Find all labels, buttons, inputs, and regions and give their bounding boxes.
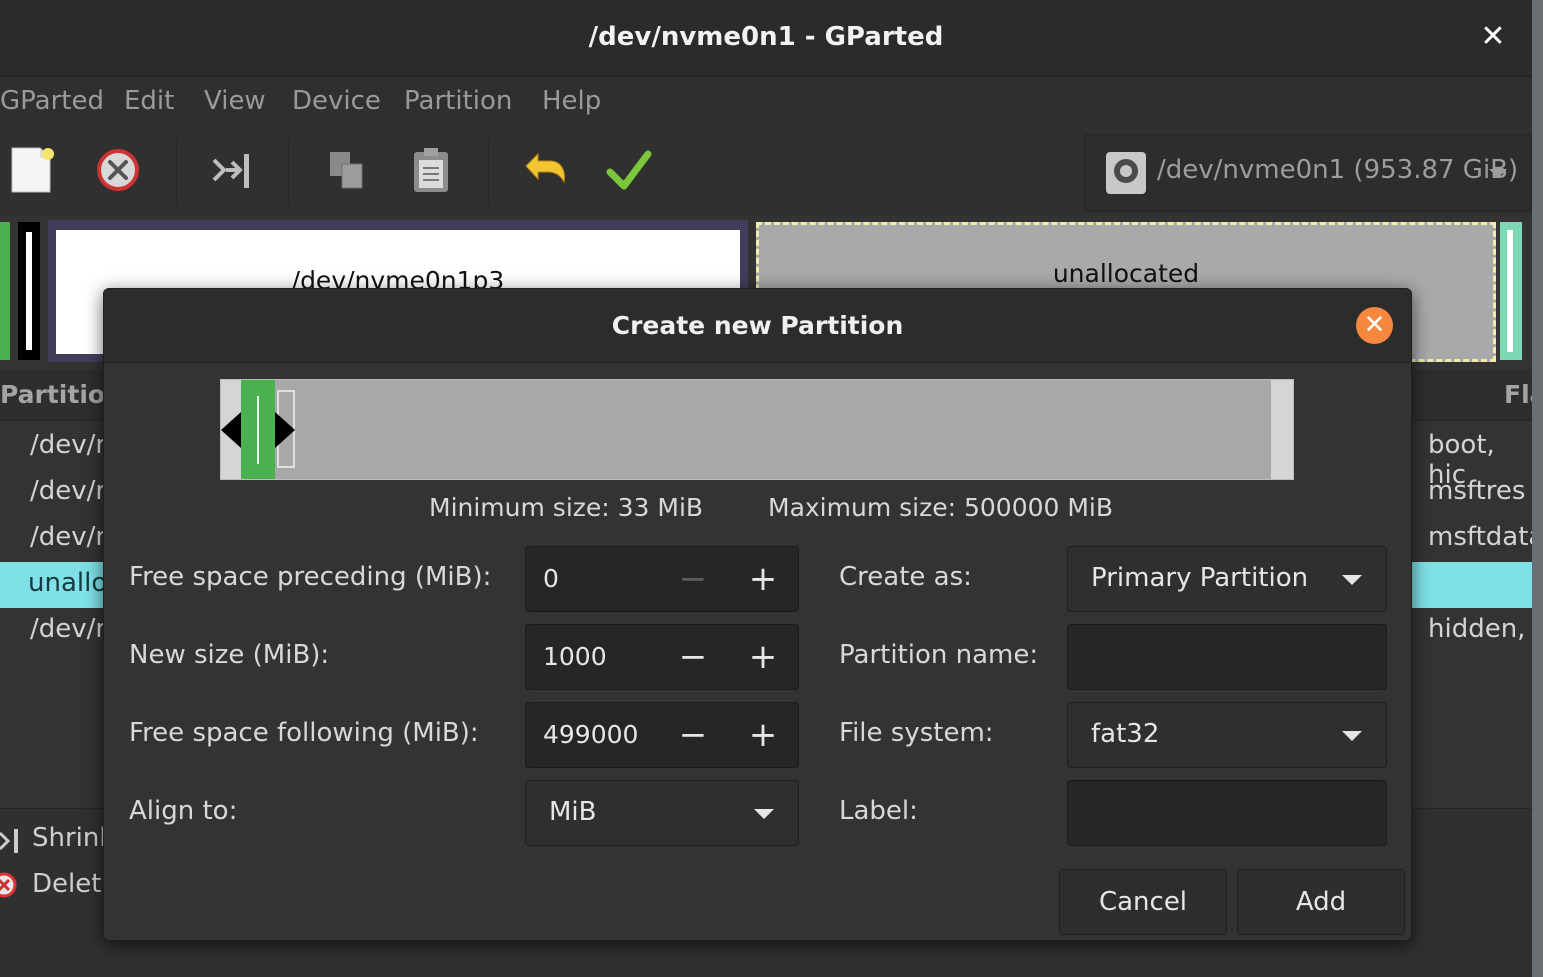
apply-button[interactable]: [604, 146, 654, 196]
dialog-title: Create new Partition: [611, 311, 904, 340]
new-size-decrement-button[interactable]: −: [671, 635, 715, 679]
chevron-down-icon: [1342, 575, 1362, 585]
cell-partition: /dev/r: [30, 430, 107, 460]
following-spin[interactable]: 499000 − +: [525, 702, 799, 768]
maximum-size-label: Maximum size: 500000 MiB: [768, 493, 1114, 522]
partition-block-small[interactable]: [18, 222, 40, 360]
resize-move-icon: [0, 829, 18, 853]
menu-device[interactable]: Device: [292, 86, 381, 116]
create-partition-dialog: Create new Partition ✕ Minimum size: 33 …: [103, 288, 1412, 941]
preceding-spin[interactable]: 0 − +: [525, 546, 799, 612]
menu-bar: GParted Edit View Device Partition Help: [0, 77, 1532, 127]
preceding-increment-button[interactable]: +: [741, 557, 785, 601]
new-size-increment-button[interactable]: +: [741, 635, 785, 679]
disk-icon: [1106, 152, 1146, 194]
cancel-button[interactable]: Cancel: [1059, 869, 1227, 935]
file-system-select[interactable]: fat32: [1067, 702, 1387, 768]
title-bar: /dev/nvme0n1 - GParted ✕: [0, 0, 1532, 77]
new-size-value[interactable]: 1000: [543, 642, 607, 671]
toolbar: /dev/nvme0n1 (953.87 GiB): [0, 128, 1532, 216]
device-label: /dev/nvme0n1 (953.87 GiB): [1157, 155, 1519, 185]
preceding-value[interactable]: 0: [543, 564, 559, 593]
cell-partition: /dev/r: [30, 476, 107, 506]
chevron-down-icon: [1342, 731, 1362, 741]
new-icon: [11, 147, 54, 193]
preceding-decrement-button[interactable]: −: [671, 557, 715, 601]
cell-partition: /dev/r: [30, 522, 107, 552]
partition-block-small[interactable]: [0, 222, 10, 360]
file-system-label: File system:: [839, 718, 994, 748]
unallocated-block-label: unallocated: [1052, 259, 1200, 288]
window-title: /dev/nvme0n1 - GParted: [588, 22, 944, 52]
align-label: Align to:: [129, 796, 238, 826]
following-value[interactable]: 499000: [543, 720, 638, 749]
cell-partition: /dev/r: [30, 614, 107, 644]
chevron-down-icon: [1489, 169, 1507, 178]
resize-move-icon: [212, 154, 249, 188]
new-size-spin[interactable]: 1000 − +: [525, 624, 799, 690]
delete-icon: [97, 149, 139, 191]
file-system-value: fat32: [1091, 719, 1160, 749]
window-close-button[interactable]: ✕: [1476, 20, 1510, 54]
align-value: MiB: [549, 797, 597, 827]
copy-icon: [330, 152, 363, 189]
undo-button[interactable]: [520, 146, 570, 196]
paste-icon: [414, 148, 448, 192]
following-decrement-button[interactable]: −: [671, 713, 715, 757]
create-as-value: Primary Partition: [1091, 563, 1309, 593]
create-as-select[interactable]: Primary Partition: [1067, 546, 1387, 612]
left-handle-arrow-icon[interactable]: [221, 412, 241, 448]
dialog-close-button[interactable]: ✕: [1356, 307, 1393, 344]
add-button[interactable]: Add: [1237, 869, 1405, 935]
partition-name-input[interactable]: [1067, 624, 1387, 690]
minimum-size-label: Minimum size: 33 MiB: [429, 493, 704, 522]
column-header-flags[interactable]: Fla: [1504, 380, 1532, 409]
partition-block-small[interactable]: [1500, 222, 1522, 360]
delete-icon: [0, 872, 17, 898]
new-button[interactable]: [8, 146, 58, 196]
undo-icon: [525, 152, 565, 184]
menu-edit[interactable]: Edit: [124, 86, 174, 116]
apply-icon: [606, 150, 652, 190]
create-as-label: Create as:: [839, 562, 972, 592]
menu-view[interactable]: View: [204, 86, 266, 116]
cell-flags: msftdata: [1428, 522, 1532, 552]
cell-partition: unallo: [28, 568, 108, 598]
dialog-header: Create new Partition ✕: [104, 289, 1411, 363]
copy-button[interactable]: [322, 146, 372, 196]
paste-button[interactable]: [406, 146, 456, 196]
resize-move-button[interactable]: [206, 146, 256, 196]
label-input[interactable]: [1067, 780, 1387, 846]
preceding-label: Free space preceding (MiB):: [129, 562, 492, 592]
new-size-label: New size (MiB):: [129, 640, 330, 670]
menu-partition[interactable]: Partition: [404, 86, 512, 116]
partition-size-slider[interactable]: [220, 379, 1294, 480]
cell-flags: hidden,: [1428, 614, 1526, 644]
device-selector[interactable]: /dev/nvme0n1 (953.87 GiB): [1084, 134, 1532, 212]
menu-help[interactable]: Help: [542, 86, 601, 116]
align-select[interactable]: MiB: [525, 780, 799, 846]
menu-gparted[interactable]: GParted: [0, 86, 104, 116]
partition-name-label: Partition name:: [839, 640, 1039, 670]
label-label: Label:: [839, 796, 918, 826]
delete-button[interactable]: [94, 146, 144, 196]
chevron-down-icon: [754, 809, 774, 819]
cell-flags: msftres: [1428, 476, 1526, 506]
following-increment-button[interactable]: +: [741, 713, 785, 757]
right-handle-arrow-icon[interactable]: [275, 412, 295, 448]
following-label: Free space following (MiB):: [129, 718, 479, 748]
